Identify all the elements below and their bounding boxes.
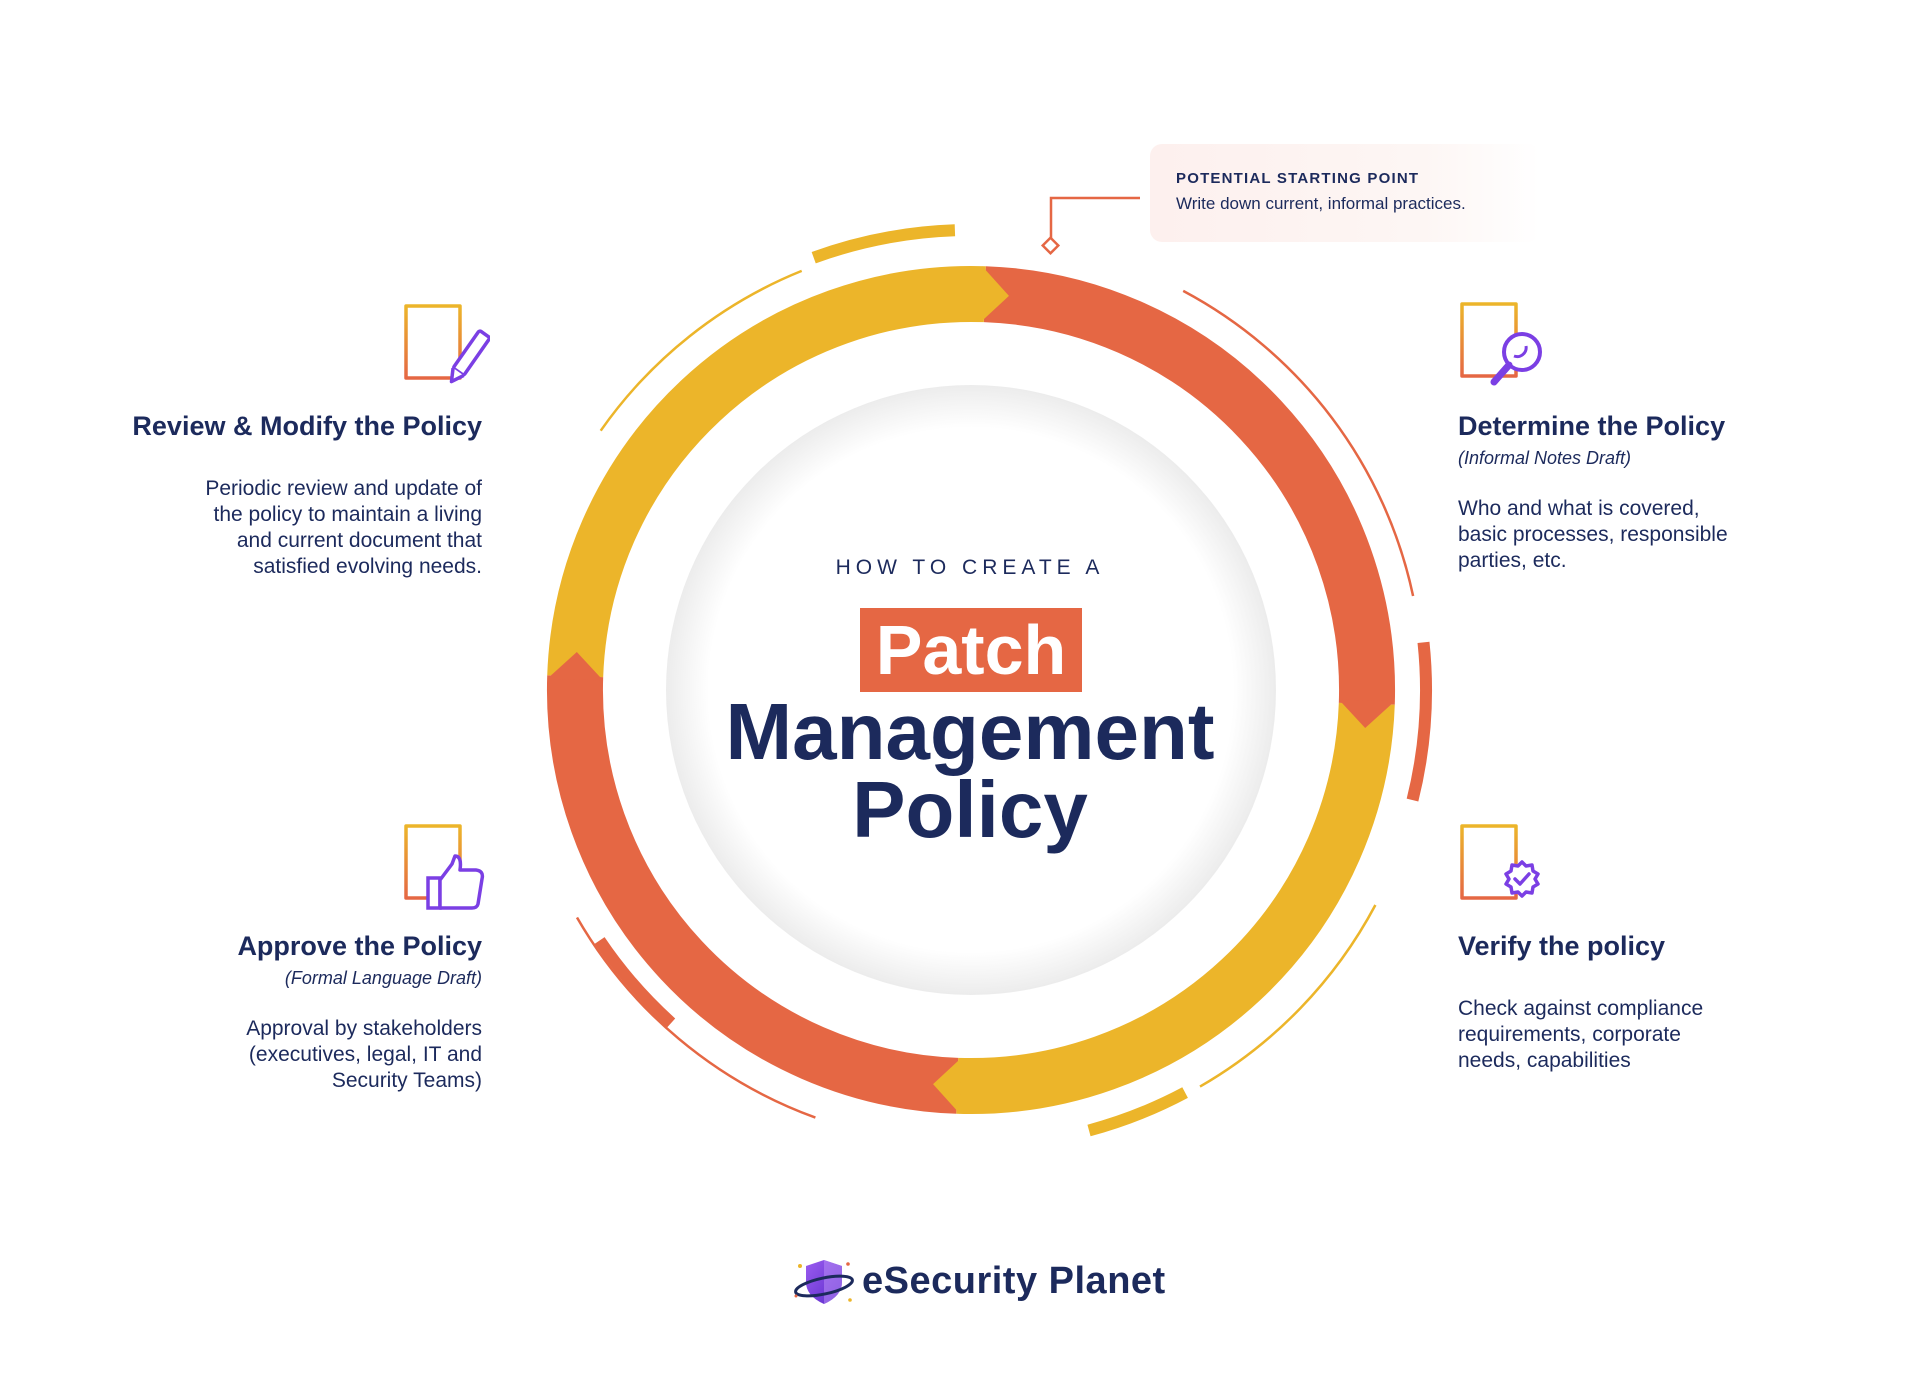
step-review-title: Review & Modify the Policy xyxy=(132,411,482,441)
callout-title: POTENTIAL STARTING POINT xyxy=(1176,170,1420,187)
step-determine-subtitle: (Informal Notes Draft) xyxy=(1458,448,1632,468)
document-pencil-icon xyxy=(404,304,490,384)
shield-planet-logo-icon xyxy=(794,1260,854,1304)
patch-highlight-box: Patch xyxy=(860,608,1082,692)
step-verify-body: Check against compliance requirements, c… xyxy=(1458,997,1704,1072)
step-approve-body: Approval by stakeholders (executives, le… xyxy=(246,1017,482,1092)
accent-bar-verify xyxy=(1087,1087,1188,1137)
patch-word: Patch xyxy=(875,611,1067,689)
step-verify: Verify the policy Check against complian… xyxy=(1458,930,1878,1074)
step-determine-body: Who and what is covered, basic processes… xyxy=(1458,497,1728,572)
brand-name: eSecurity Planet xyxy=(862,1260,1166,1302)
step-verify-title: Verify the policy xyxy=(1458,931,1666,961)
center-title-management: Management xyxy=(725,687,1215,776)
step-determine: Determine the Policy (Informal Notes Dra… xyxy=(1458,410,1878,574)
step-determine-title: Determine the Policy xyxy=(1458,411,1726,441)
document-magnifier-icon xyxy=(1460,302,1542,386)
callout-connector xyxy=(1040,196,1140,256)
step-approve: Approve the Policy (Formal Language Draf… xyxy=(62,930,482,1094)
center-kicker: HOW TO CREATE A xyxy=(835,556,1105,579)
step-approve-subtitle: (Formal Language Draft) xyxy=(284,968,482,988)
step-review-modify: Review & Modify the Policy Periodic revi… xyxy=(62,410,482,580)
callout-text: Write down current, informal practices. xyxy=(1176,194,1466,213)
step-approve-title: Approve the Policy xyxy=(237,931,482,961)
accent-bar-review xyxy=(811,224,956,264)
accent-bar-determine xyxy=(1406,641,1432,802)
center-title-policy: Policy xyxy=(852,765,1088,854)
document-verified-badge-icon xyxy=(1460,824,1540,900)
step-review-body: Periodic review and update of the policy… xyxy=(205,477,482,578)
document-thumbs-up-icon xyxy=(404,824,485,910)
brand-footer: eSecurity Planet xyxy=(792,1252,1165,1312)
starting-point-callout: POTENTIAL STARTING POINT Write down curr… xyxy=(1150,144,1540,242)
